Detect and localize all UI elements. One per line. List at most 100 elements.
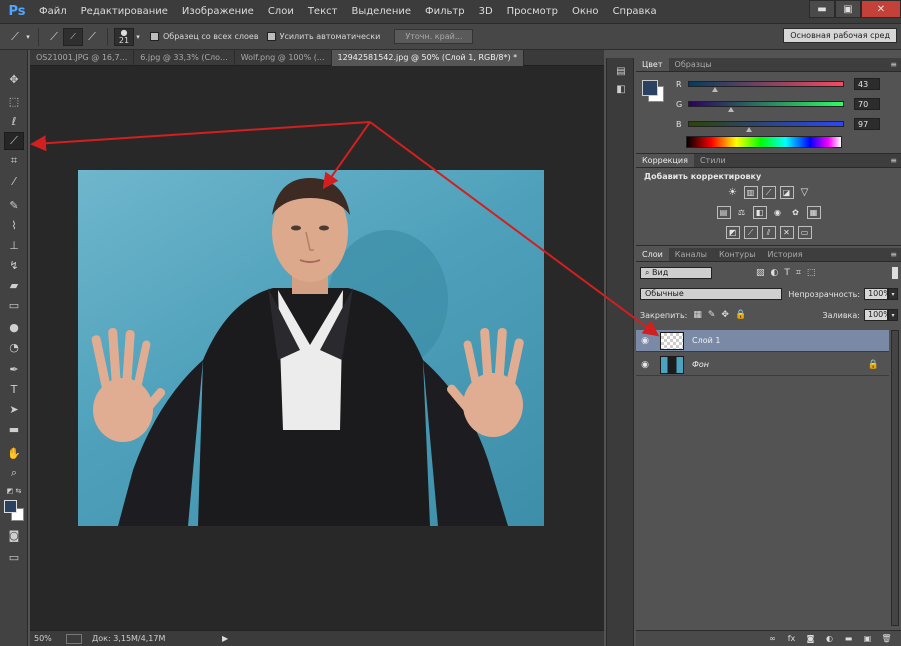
selective-color-icon[interactable]: ✕: [779, 226, 794, 239]
eye-icon[interactable]: ◉: [636, 336, 654, 346]
zoom-level[interactable]: 50%: [30, 634, 66, 643]
chevron-down-icon[interactable]: ▾: [134, 28, 142, 46]
crop-tool-icon[interactable]: ⌗: [4, 152, 24, 170]
fill-input[interactable]: 100%: [864, 309, 891, 321]
checkbox-box[interactable]: [150, 32, 159, 41]
posterize-icon[interactable]: ⟋: [743, 226, 758, 239]
screen-mode-icon[interactable]: ▭: [4, 548, 24, 566]
healing-brush-tool-icon[interactable]: ✎: [4, 196, 24, 214]
levels-icon[interactable]: ▥: [743, 186, 758, 199]
image-canvas[interactable]: [78, 170, 544, 526]
curves-icon[interactable]: ⟋: [761, 186, 776, 199]
color-balance-icon[interactable]: ⚖: [735, 206, 749, 219]
panel-menu-icon[interactable]: ≡: [890, 156, 897, 165]
red-slider-thumb[interactable]: [712, 87, 718, 92]
brightness-icon[interactable]: ☀: [726, 186, 740, 199]
chevron-down-icon[interactable]: ▾: [24, 28, 32, 46]
color-lookup-icon[interactable]: ▦: [806, 206, 821, 219]
subtract-selection-brush-icon[interactable]: ⟋: [83, 28, 101, 46]
quick-selection-tool-icon[interactable]: ⟋: [6, 28, 24, 46]
filter-type-icons[interactable]: ▨◐T⌗⬚: [756, 268, 821, 278]
menu-select[interactable]: Выделение: [344, 6, 418, 17]
color-spectrum-bar[interactable]: [686, 136, 842, 148]
refine-edge-button[interactable]: Уточн. край...: [394, 29, 474, 44]
gradient-tool-icon[interactable]: ▭: [4, 296, 24, 314]
channel-mixer-icon[interactable]: ✿: [789, 206, 803, 219]
menu-view[interactable]: Просмотр: [500, 6, 565, 17]
zoom-tool-icon[interactable]: ⌕: [4, 464, 24, 482]
checkbox-box[interactable]: [266, 32, 276, 41]
layer-row[interactable]: ◉ Фон 🔒: [636, 354, 889, 376]
sample-all-layers-checkbox[interactable]: Образец со всех слоев: [150, 32, 259, 41]
menu-window[interactable]: Окно: [565, 6, 606, 17]
marquee-tool-icon[interactable]: ⬚: [4, 92, 24, 110]
layer-row[interactable]: ◉ Слой 1: [636, 330, 889, 352]
document-tab[interactable]: 6.jpg @ 33,3% (Сло...: [134, 50, 235, 66]
panel-menu-icon[interactable]: ≡: [890, 60, 897, 69]
tab-styles[interactable]: Стили: [694, 154, 732, 167]
brush-tool-icon[interactable]: ⌇: [4, 216, 24, 234]
blur-tool-icon[interactable]: ●: [4, 318, 24, 336]
quick-selection-tool-icon[interactable]: ⟋: [4, 132, 24, 150]
menu-layers[interactable]: Слои: [261, 6, 301, 17]
adjustment-layer-icon[interactable]: ◐: [823, 633, 836, 644]
new-layer-icon[interactable]: ▣: [861, 633, 874, 644]
eye-icon[interactable]: ◉: [636, 360, 654, 370]
chevron-down-icon[interactable]: ▾: [888, 309, 898, 321]
black-white-icon[interactable]: ◧: [752, 206, 767, 219]
exposure-icon[interactable]: ◪: [779, 186, 794, 199]
tab-adjustments[interactable]: Коррекция: [636, 154, 694, 167]
menu-filter[interactable]: Фильтр: [418, 6, 472, 17]
move-tool-icon[interactable]: ✥: [4, 70, 24, 88]
dodge-tool-icon[interactable]: ◔: [4, 338, 24, 356]
tab-swatches[interactable]: Образцы: [669, 58, 718, 71]
blend-mode-dropdown[interactable]: Обычные: [640, 288, 783, 300]
history-panel-icon[interactable]: ▤: [613, 64, 629, 78]
green-value-input[interactable]: 70: [854, 98, 880, 110]
foreground-color-swatch[interactable]: [4, 500, 17, 513]
filter-toggle-icon[interactable]: [892, 267, 898, 279]
blue-value-input[interactable]: 97: [854, 118, 880, 130]
photo-filter-icon[interactable]: ◉: [771, 206, 785, 219]
brush-size-picker[interactable]: ● 21: [114, 27, 134, 46]
quick-mask-icon[interactable]: ◙: [4, 526, 24, 544]
properties-panel-icon[interactable]: ◧: [613, 82, 629, 96]
eraser-tool-icon[interactable]: ▰: [4, 276, 24, 294]
blue-slider-track[interactable]: [688, 121, 844, 127]
minimize-button[interactable]: ▬: [809, 0, 835, 18]
tab-channels[interactable]: Каналы: [669, 248, 713, 261]
red-value-input[interactable]: 43: [854, 78, 880, 90]
document-tab-active[interactable]: 12942581542.jpg @ 50% (Слой 1, RGB/8*) *: [331, 50, 525, 66]
menu-3d[interactable]: 3D: [472, 6, 500, 17]
vibrance-icon[interactable]: ▽: [798, 186, 812, 199]
auto-enhance-checkbox[interactable]: Усилить автоматически: [266, 32, 380, 41]
tab-layers[interactable]: Слои: [636, 248, 669, 261]
lasso-tool-icon[interactable]: ℓ: [4, 112, 24, 130]
invert-icon[interactable]: ◩: [725, 226, 740, 239]
layers-scrollbar[interactable]: [891, 330, 899, 626]
green-slider-track[interactable]: [688, 101, 844, 107]
hand-tool-icon[interactable]: ✋: [4, 444, 24, 462]
layer-filter-dropdown[interactable]: ⌕ Вид: [640, 267, 712, 279]
workspace-switcher[interactable]: Основная рабочая сред: [783, 28, 897, 43]
shape-tool-icon[interactable]: ▬: [4, 420, 24, 438]
trash-icon[interactable]: 🗑: [880, 633, 893, 644]
color-foreground-swatch[interactable]: [642, 80, 658, 96]
menu-type[interactable]: Текст: [301, 6, 345, 17]
menu-file[interactable]: Файл: [32, 6, 74, 17]
opacity-input[interactable]: 100%: [864, 288, 891, 300]
panel-menu-icon[interactable]: ≡: [890, 250, 897, 259]
lock-options-icons[interactable]: ▦✎✥🔒: [693, 310, 752, 320]
clone-stamp-tool-icon[interactable]: ⊥: [4, 236, 24, 254]
maximize-button[interactable]: ▣: [835, 0, 861, 18]
tab-paths[interactable]: Контуры: [713, 248, 762, 261]
menu-help[interactable]: Справка: [606, 6, 664, 17]
history-brush-tool-icon[interactable]: ↯: [4, 256, 24, 274]
eyedropper-tool-icon[interactable]: ⁄: [4, 172, 24, 190]
pen-tool-icon[interactable]: ✒: [4, 360, 24, 378]
menu-image[interactable]: Изображение: [175, 6, 261, 17]
new-selection-brush-icon[interactable]: ⟋: [45, 28, 63, 46]
default-colors-icon[interactable]: ◩ ⇆: [4, 482, 24, 500]
link-layers-icon[interactable]: ∞: [766, 633, 779, 644]
play-arrow-icon[interactable]: ▶: [222, 634, 228, 643]
